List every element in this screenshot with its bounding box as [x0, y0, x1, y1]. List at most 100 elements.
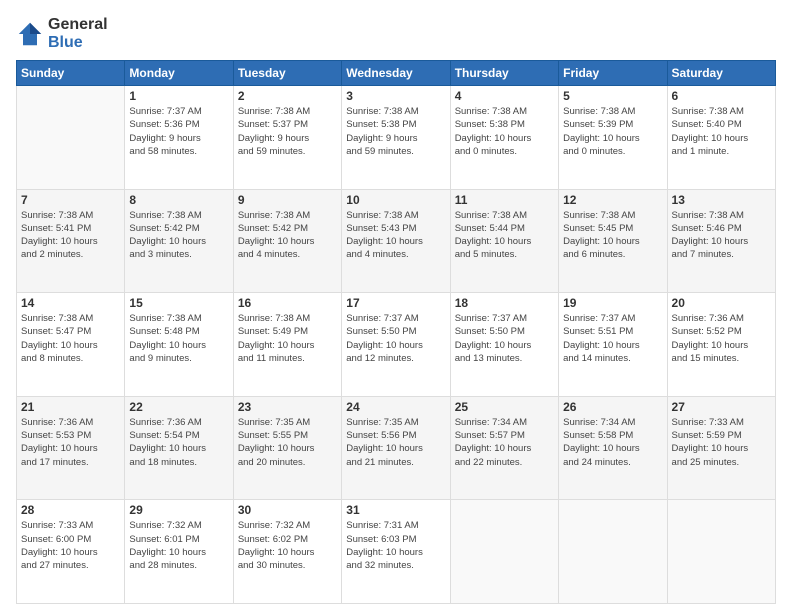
day-number: 9: [238, 193, 337, 207]
day-number: 22: [129, 400, 228, 414]
day-number: 25: [455, 400, 554, 414]
day-info: Sunrise: 7:32 AM Sunset: 6:01 PM Dayligh…: [129, 519, 228, 572]
calendar-week-4: 21 Sunrise: 7:36 AM Sunset: 5:53 PM Dayli…: [17, 396, 776, 500]
calendar-cell: 16Sunrise: 7:38 AM Sunset: 5:49 PM Dayli…: [233, 293, 341, 397]
day-info: Sunrise: 7:38 AM Sunset: 5:43 PM Dayligh…: [346, 209, 445, 262]
day-info: Sunrise: 7:38 AM Sunset: 5:38 PM Dayligh…: [346, 105, 445, 158]
day-info: Sunrise: 7:37 AM Sunset: 5:50 PM Dayligh…: [346, 312, 445, 365]
day-info: Sunrise: 7:37 AM Sunset: 5:50 PM Dayligh…: [455, 312, 554, 365]
day-header-thursday: Thursday: [450, 61, 558, 86]
calendar-cell: 7 Sunrise: 7:38 AM Sunset: 5:41 PM Daylig…: [17, 189, 125, 293]
day-info: Sunrise: 7:38 AM Sunset: 5:46 PM Dayligh…: [672, 209, 771, 262]
calendar-week-2: 7 Sunrise: 7:38 AM Sunset: 5:41 PM Daylig…: [17, 189, 776, 293]
day-info: Sunrise: 7:38 AM Sunset: 5:44 PM Dayligh…: [455, 209, 554, 262]
calendar-cell: 23 Sunrise: 7:35 AM Sunset: 5:55 PM Dayli…: [233, 396, 341, 500]
calendar-cell: 20 Sunrise: 7:36 AM Sunset: 5:52 PM Dayli…: [667, 293, 775, 397]
day-number: 26: [563, 400, 662, 414]
day-number: 1: [129, 89, 228, 103]
day-number: 15: [129, 296, 228, 310]
day-number: 16: [238, 296, 337, 310]
calendar-cell: 26 Sunrise: 7:34 AM Sunset: 5:58 PM Dayli…: [559, 396, 667, 500]
day-number: 14: [21, 296, 120, 310]
logo-icon: [16, 20, 44, 48]
calendar-cell: 12Sunrise: 7:38 AM Sunset: 5:45 PM Dayli…: [559, 189, 667, 293]
day-number: 24: [346, 400, 445, 414]
day-header-sunday: Sunday: [17, 61, 125, 86]
day-info: Sunrise: 7:35 AM Sunset: 5:55 PM Dayligh…: [238, 416, 337, 469]
calendar-cell: 29 Sunrise: 7:32 AM Sunset: 6:01 PM Dayli…: [125, 500, 233, 604]
day-info: Sunrise: 7:36 AM Sunset: 5:53 PM Dayligh…: [21, 416, 120, 469]
day-number: 12: [563, 193, 662, 207]
calendar-cell: 8Sunrise: 7:38 AM Sunset: 5:42 PM Daylig…: [125, 189, 233, 293]
calendar-cell: 14Sunrise: 7:38 AM Sunset: 5:47 PM Dayli…: [17, 293, 125, 397]
day-number: 2: [238, 89, 337, 103]
day-info: Sunrise: 7:37 AM Sunset: 5:36 PM Dayligh…: [129, 105, 228, 158]
calendar-cell: [450, 500, 558, 604]
calendar-week-1: 1 Sunrise: 7:37 AM Sunset: 5:36 PM Daylig…: [17, 86, 776, 190]
day-info: Sunrise: 7:34 AM Sunset: 5:57 PM Dayligh…: [455, 416, 554, 469]
calendar-cell: [559, 500, 667, 604]
day-number: 20: [672, 296, 771, 310]
day-number: 13: [672, 193, 771, 207]
day-number: 23: [238, 400, 337, 414]
day-info: Sunrise: 7:35 AM Sunset: 5:56 PM Dayligh…: [346, 416, 445, 469]
calendar-table: SundayMondayTuesdayWednesdayThursdayFrid…: [16, 60, 776, 604]
day-number: 19: [563, 296, 662, 310]
day-header-wednesday: Wednesday: [342, 61, 450, 86]
calendar-cell: 11 Sunrise: 7:38 AM Sunset: 5:44 PM Dayli…: [450, 189, 558, 293]
day-number: 17: [346, 296, 445, 310]
calendar-cell: 6 Sunrise: 7:38 AM Sunset: 5:40 PM Daylig…: [667, 86, 775, 190]
day-info: Sunrise: 7:33 AM Sunset: 5:59 PM Dayligh…: [672, 416, 771, 469]
calendar-cell: 3 Sunrise: 7:38 AM Sunset: 5:38 PM Daylig…: [342, 86, 450, 190]
calendar-cell: 4 Sunrise: 7:38 AM Sunset: 5:38 PM Daylig…: [450, 86, 558, 190]
calendar-cell: [17, 86, 125, 190]
day-number: 29: [129, 503, 228, 517]
day-info: Sunrise: 7:38 AM Sunset: 5:42 PM Dayligh…: [238, 209, 337, 262]
day-info: Sunrise: 7:37 AM Sunset: 5:51 PM Dayligh…: [563, 312, 662, 365]
day-header-monday: Monday: [125, 61, 233, 86]
day-info: Sunrise: 7:34 AM Sunset: 5:58 PM Dayligh…: [563, 416, 662, 469]
calendar-cell: 30 Sunrise: 7:32 AM Sunset: 6:02 PM Dayli…: [233, 500, 341, 604]
day-info: Sunrise: 7:36 AM Sunset: 5:54 PM Dayligh…: [129, 416, 228, 469]
calendar-cell: [667, 500, 775, 604]
calendar-cell: 31Sunrise: 7:31 AM Sunset: 6:03 PM Dayli…: [342, 500, 450, 604]
day-info: Sunrise: 7:31 AM Sunset: 6:03 PM Dayligh…: [346, 519, 445, 572]
day-info: Sunrise: 7:36 AM Sunset: 5:52 PM Dayligh…: [672, 312, 771, 365]
calendar-cell: 18 Sunrise: 7:37 AM Sunset: 5:50 PM Dayli…: [450, 293, 558, 397]
day-header-friday: Friday: [559, 61, 667, 86]
page: General Blue SundayMondayTuesdayWednesda…: [0, 0, 792, 612]
day-info: Sunrise: 7:38 AM Sunset: 5:41 PM Dayligh…: [21, 209, 120, 262]
day-number: 5: [563, 89, 662, 103]
day-info: Sunrise: 7:33 AM Sunset: 6:00 PM Dayligh…: [21, 519, 120, 572]
calendar-cell: 10 Sunrise: 7:38 AM Sunset: 5:43 PM Dayli…: [342, 189, 450, 293]
calendar-cell: 24 Sunrise: 7:35 AM Sunset: 5:56 PM Dayli…: [342, 396, 450, 500]
logo-text: General Blue: [48, 16, 108, 52]
calendar-cell: 2Sunrise: 7:38 AM Sunset: 5:37 PM Daylig…: [233, 86, 341, 190]
day-info: Sunrise: 7:38 AM Sunset: 5:48 PM Dayligh…: [129, 312, 228, 365]
calendar-cell: 17 Sunrise: 7:37 AM Sunset: 5:50 PM Dayli…: [342, 293, 450, 397]
day-info: Sunrise: 7:38 AM Sunset: 5:39 PM Dayligh…: [563, 105, 662, 158]
day-number: 30: [238, 503, 337, 517]
calendar-cell: 27 Sunrise: 7:33 AM Sunset: 5:59 PM Dayli…: [667, 396, 775, 500]
calendar-cell: 25 Sunrise: 7:34 AM Sunset: 5:57 PM Dayli…: [450, 396, 558, 500]
day-number: 28: [21, 503, 120, 517]
day-number: 18: [455, 296, 554, 310]
day-number: 27: [672, 400, 771, 414]
day-number: 8: [129, 193, 228, 207]
calendar-cell: 13 Sunrise: 7:38 AM Sunset: 5:46 PM Dayli…: [667, 189, 775, 293]
day-number: 6: [672, 89, 771, 103]
day-info: Sunrise: 7:38 AM Sunset: 5:38 PM Dayligh…: [455, 105, 554, 158]
calendar-cell: 9 Sunrise: 7:38 AM Sunset: 5:42 PM Daylig…: [233, 189, 341, 293]
day-number: 21: [21, 400, 120, 414]
day-number: 4: [455, 89, 554, 103]
day-info: Sunrise: 7:32 AM Sunset: 6:02 PM Dayligh…: [238, 519, 337, 572]
calendar-cell: 15 Sunrise: 7:38 AM Sunset: 5:48 PM Dayli…: [125, 293, 233, 397]
day-number: 11: [455, 193, 554, 207]
calendar-cell: 19 Sunrise: 7:37 AM Sunset: 5:51 PM Dayli…: [559, 293, 667, 397]
day-number: 7: [21, 193, 120, 207]
day-number: 3: [346, 89, 445, 103]
day-header-saturday: Saturday: [667, 61, 775, 86]
calendar-week-5: 28 Sunrise: 7:33 AM Sunset: 6:00 PM Dayli…: [17, 500, 776, 604]
day-number: 10: [346, 193, 445, 207]
day-info: Sunrise: 7:38 AM Sunset: 5:40 PM Dayligh…: [672, 105, 771, 158]
